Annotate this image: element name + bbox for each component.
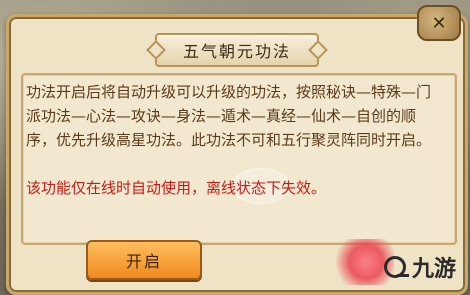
close-icon: ✕	[431, 12, 447, 34]
watermark-icon	[383, 256, 409, 278]
open-button-label: 开启	[125, 252, 162, 271]
watermark: 九游	[383, 251, 456, 283]
open-button[interactable]: 开启	[86, 240, 202, 280]
warning-text: 该功能仅在线时自动使用，离线状态下失效。	[26, 179, 327, 197]
dialog-title: 五气朝元功法	[182, 42, 291, 61]
title-plate: 五气朝元功法	[155, 33, 319, 67]
watermark-text: 九游	[411, 257, 456, 282]
close-button[interactable]: ✕	[417, 5, 461, 41]
description-text: 功法开启后将自动升级可以升级的功法，按照秘诀—特殊—门派功法—心法—攻诀—身法—…	[26, 83, 432, 149]
